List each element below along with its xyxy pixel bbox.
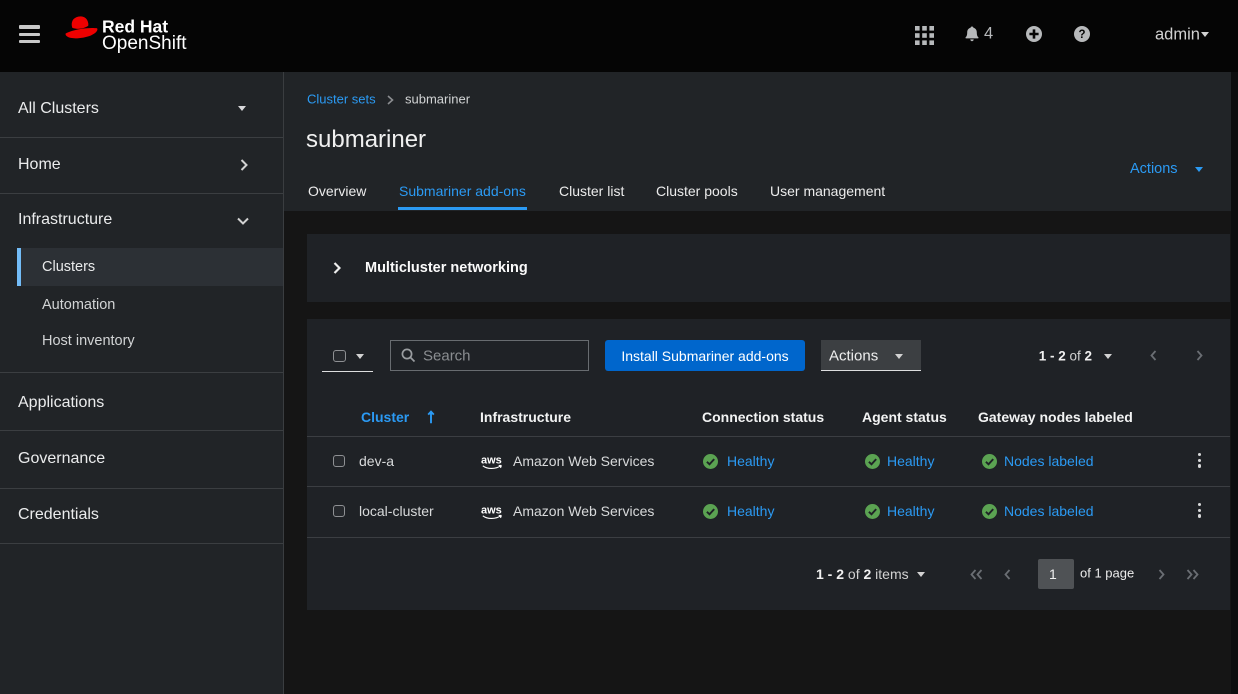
svg-text:aws: aws — [481, 454, 502, 466]
svg-text:?: ? — [1078, 29, 1085, 41]
svg-text:aws: aws — [481, 504, 502, 516]
